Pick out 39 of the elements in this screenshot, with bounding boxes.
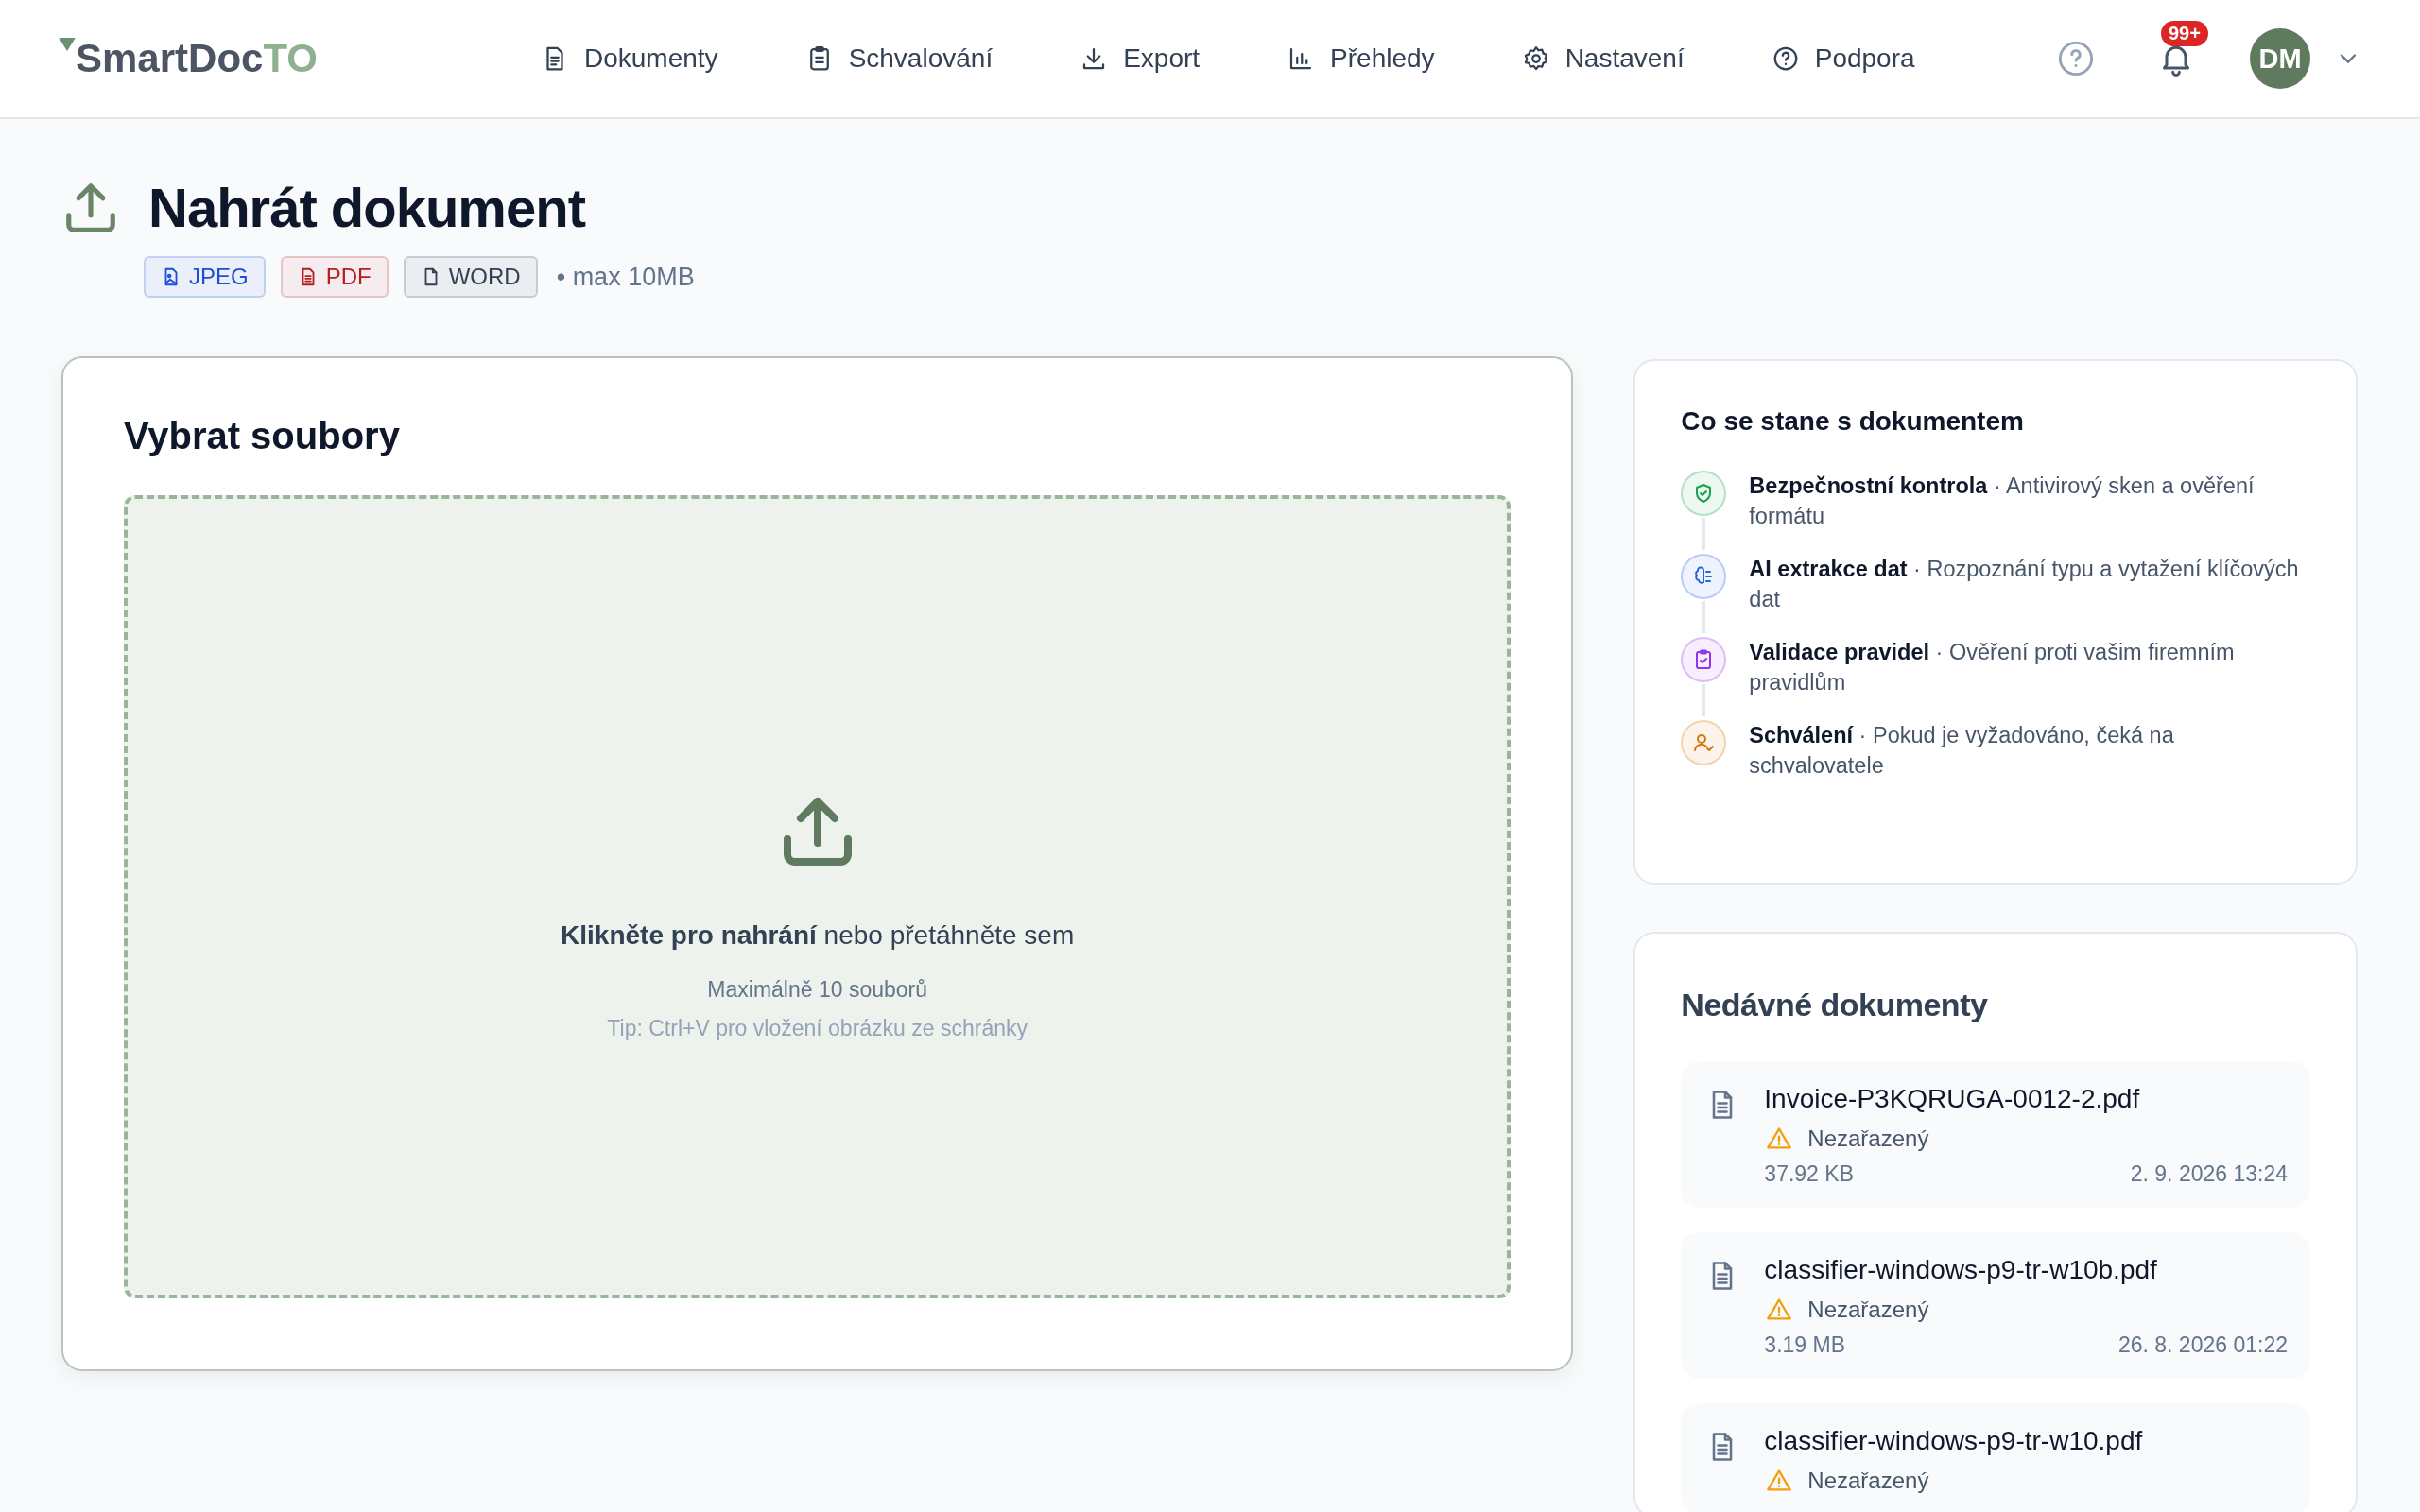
drop-zone[interactable]: Klikněte pro nahrání nebo přetáhněte sem Maximálně 10 souborů Tip: Ctrl+V pro vložení obrázku ze schránky <box>124 495 1512 1298</box>
nav-link[interactable]: Export <box>1080 43 1201 74</box>
help-icon[interactable] <box>2057 40 2095 77</box>
document-item[interactable]: Invoice-P3KQRUGA-0012-2.pdf Nezařazený 37.92 KB 2. 9. 2026 13:24 <box>1681 1061 2310 1208</box>
file-type-tag: JPEG <box>144 256 266 298</box>
file-type-tag: PDF <box>280 256 389 298</box>
size-limit: • max 10MB <box>556 262 695 292</box>
step-description: AI extrakce dat · Rozpoznání typu a vytažení klíčových dat <box>1749 556 2300 613</box>
document-status: Nezařazený <box>1807 1297 1929 1323</box>
card-title: Nedávné dokumenty <box>1681 987 1989 1023</box>
file-size: 37.92 KB <box>1764 1161 1854 1187</box>
document-status: Nezařazený <box>1807 1468 1929 1494</box>
nav-link[interactable]: Podpora <box>1771 43 1915 74</box>
nav-link[interactable]: Nastavení <box>1521 43 1685 74</box>
nav-link[interactable]: Schvalování <box>804 43 994 74</box>
step-description: Schválení · Pokud je vyžadováno, čeká na schvalovatele <box>1749 722 2175 780</box>
file-type-tag: WORD <box>403 256 538 298</box>
upload-date: 26. 8. 2026 01:22 <box>2118 1332 2288 1358</box>
app-logo[interactable]: SmartDocTO <box>59 36 475 81</box>
user-avatar[interactable]: DM <box>2250 28 2310 89</box>
card-title: Vybrat soubory <box>124 415 401 457</box>
document-name: Invoice-P3KQRUGA-0012-2.pdf <box>1764 1084 2141 1114</box>
card-title: Co se stane s dokumentem <box>1681 406 2025 437</box>
step-description: Validace pravidel · Ověření proti vašim firemním pravidlům <box>1749 639 2236 696</box>
file-size: 3.19 MB <box>1764 1332 1845 1358</box>
document-item[interactable]: classifier-windows-p9-tr-w10b.pdf Nezařazený 3.19 MB 26. 8. 2026 01:22 <box>1681 1232 2310 1379</box>
nav-link[interactable]: Přehledy <box>1287 43 1435 74</box>
document-name: classifier-windows-p9-tr-w10b.pdf <box>1764 1255 2158 1285</box>
notification-count: 99+ <box>2161 21 2208 46</box>
nav-link[interactable]: Dokumenty <box>541 43 718 74</box>
page-title: Nahrát dokument <box>148 176 585 239</box>
step-description: Bezpečnostní kontrola · Antivirový sken a ověření formátu <box>1749 472 2256 530</box>
document-item[interactable]: classifier-windows-p9-tr-w10.pdf Nezařazený <box>1681 1403 2310 1512</box>
max-files-note: Maximálně 10 souborů <box>707 977 927 1003</box>
document-status: Nezařazený <box>1807 1125 1929 1152</box>
upload-date: 2. 9. 2026 13:24 <box>2130 1161 2288 1187</box>
paste-tip: Tip: Ctrl+V pro vložení obrázku ze schránky <box>607 1016 1028 1041</box>
upload-prompt: Klikněte pro nahrání nebo přetáhněte sem <box>561 920 1075 951</box>
document-name: classifier-windows-p9-tr-w10.pdf <box>1764 1426 2144 1456</box>
